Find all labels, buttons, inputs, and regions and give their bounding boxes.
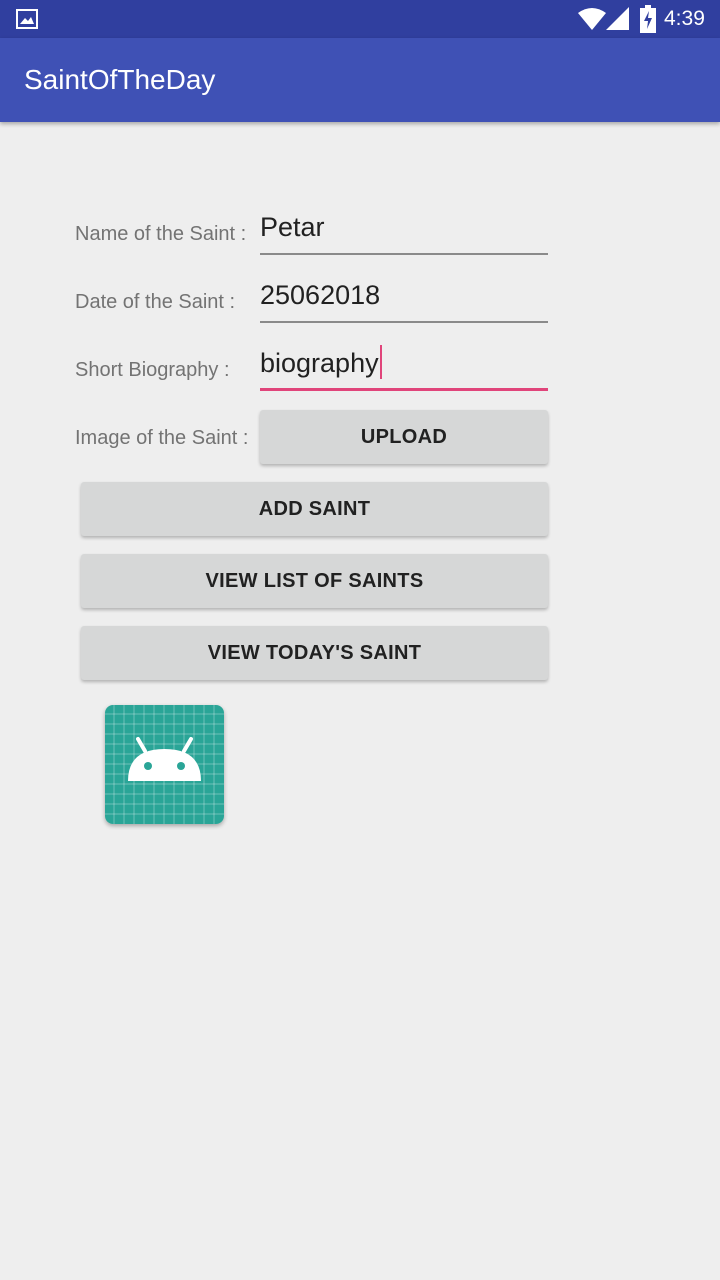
add-saint-button[interactable]: ADD SAINT [81, 482, 548, 536]
biography-underline [260, 388, 548, 391]
name-value: Petar [260, 212, 325, 242]
image-label: Image of the Saint : [75, 427, 249, 449]
upload-button[interactable]: UPLOAD [260, 410, 548, 464]
wifi-icon [578, 8, 606, 30]
image-notification-icon [16, 9, 38, 29]
view-list-label: VIEW LIST OF SAINTS [205, 569, 424, 592]
view-list-button[interactable]: VIEW LIST OF SAINTS [81, 554, 548, 608]
battery-charging-icon [640, 5, 656, 33]
date-underline [260, 321, 548, 323]
view-today-label: VIEW TODAY'S SAINT [207, 641, 422, 664]
status-bar: 4:39 [0, 0, 720, 38]
signal-icon [606, 7, 629, 30]
name-underline [260, 253, 548, 255]
upload-button-label: UPLOAD [360, 425, 448, 448]
date-value: 25062018 [260, 280, 381, 310]
add-saint-label: ADD SAINT [258, 497, 371, 520]
biography-label: Short Biography : [75, 359, 230, 381]
name-field[interactable]: Petar [260, 209, 548, 255]
biography-value-wrap: biography [260, 345, 382, 381]
biography-value: biography [260, 348, 379, 378]
biography-field[interactable]: biography [260, 345, 548, 391]
text-cursor [379, 345, 382, 379]
android-launcher-icon [105, 705, 224, 824]
clock: 4:39 [664, 7, 705, 30]
view-today-button[interactable]: VIEW TODAY'S SAINT [81, 626, 548, 680]
app-title: SaintOfTheDay [24, 64, 216, 95]
saint-image-preview [105, 705, 224, 824]
date-field[interactable]: 25062018 [260, 277, 548, 323]
date-label: Date of the Saint : [75, 291, 236, 313]
name-label: Name of the Saint : [75, 223, 247, 245]
app-bar: SaintOfTheDay [0, 38, 720, 122]
